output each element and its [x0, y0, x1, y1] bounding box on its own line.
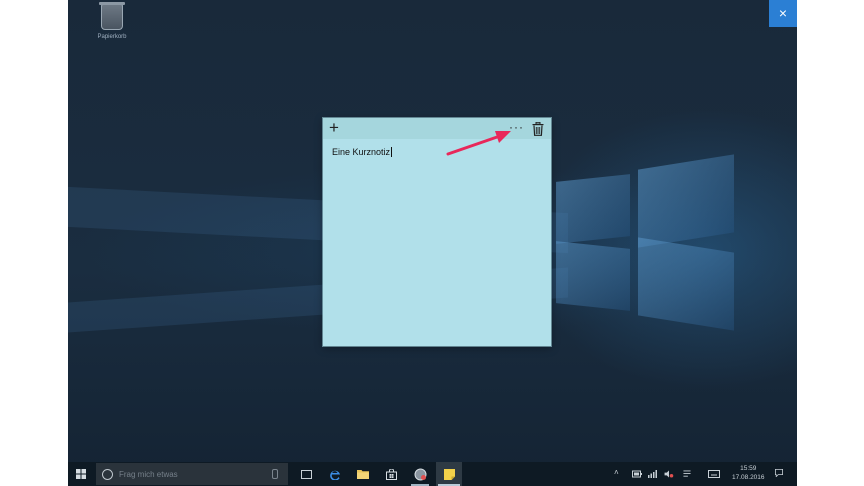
desktop: Papierkorb × + ··· Eine Kurznotiz Frag m… — [68, 0, 797, 486]
more-options-button[interactable]: ··· — [509, 119, 524, 135]
edge-icon — [330, 470, 340, 480]
recycle-bin[interactable]: Papierkorb — [86, 2, 138, 40]
note-text: Eine Kurznotiz — [332, 147, 391, 157]
clock-time: 15:59 — [740, 465, 757, 472]
delete-note-icon[interactable] — [532, 122, 544, 136]
app-button[interactable] — [408, 462, 432, 486]
cortana-icon — [102, 468, 113, 480]
windows-logo-icon — [76, 469, 86, 479]
sticky-notes-icon — [443, 468, 455, 480]
network-icon[interactable] — [648, 470, 658, 478]
start-button[interactable] — [72, 462, 90, 486]
folder-icon — [357, 470, 369, 479]
file-explorer-button[interactable] — [352, 462, 374, 486]
recycle-bin-icon — [99, 2, 125, 30]
clock-date: 17.08.2016 — [732, 474, 765, 481]
sticky-note-toolbar: + ··· — [323, 118, 551, 139]
volume-icon[interactable] — [664, 470, 674, 478]
keyboard-icon[interactable] — [708, 470, 720, 478]
close-button[interactable]: × — [769, 0, 797, 27]
system-clock[interactable]: 15:59 17.08.2016 — [732, 464, 765, 482]
microphone-icon[interactable] — [272, 469, 278, 479]
search-box[interactable]: Frag mich etwas — [96, 463, 288, 485]
recycle-bin-label: Papierkorb — [97, 34, 127, 40]
sticky-note[interactable]: + ··· Eine Kurznotiz — [323, 118, 551, 346]
notification-area-icon[interactable] — [682, 470, 692, 478]
battery-icon[interactable] — [632, 470, 642, 478]
store-button[interactable] — [380, 462, 402, 486]
taskbar: Frag mich etwas ˄ 15:59 17.08.2016 — [68, 462, 797, 486]
task-view-icon — [300, 469, 312, 479]
sticky-notes-taskbar-button[interactable] — [436, 462, 462, 486]
text-caret — [391, 147, 393, 157]
store-icon — [385, 468, 397, 480]
add-note-button[interactable]: + — [329, 119, 339, 137]
action-center-icon[interactable] — [774, 469, 784, 477]
search-placeholder: Frag mich etwas — [119, 469, 178, 479]
note-text-field[interactable]: Eine Kurznotiz — [332, 147, 393, 157]
show-hidden-icons-icon[interactable]: ˄ — [614, 468, 619, 477]
globe-app-icon — [414, 468, 426, 480]
task-view-button[interactable] — [296, 462, 316, 486]
edge-button[interactable] — [324, 462, 346, 486]
